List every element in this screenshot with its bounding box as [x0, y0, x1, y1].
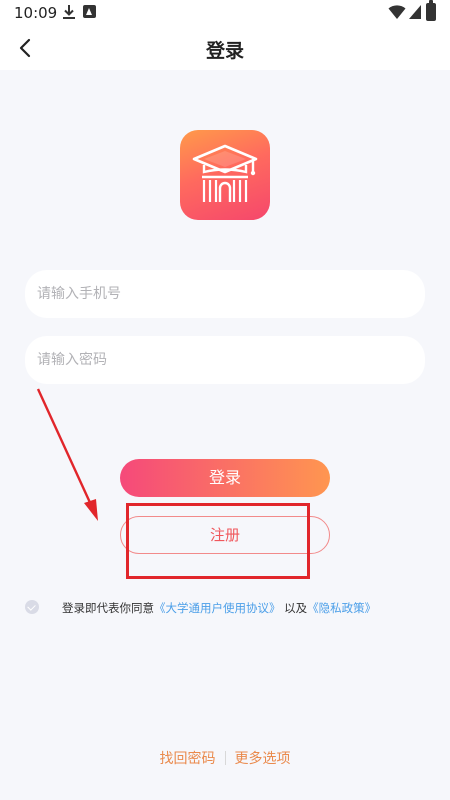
nav-bar: 登录	[0, 26, 450, 70]
privacy-policy-link[interactable]: 《隐私政策》	[307, 601, 376, 615]
agreement-conjunction: 以及	[284, 601, 308, 615]
wifi-icon	[388, 5, 406, 19]
footer-divider	[224, 751, 226, 765]
footer-links: 找回密码 更多选项	[0, 748, 450, 768]
signal-icon	[409, 5, 421, 19]
status-bar: 10:09	[0, 0, 450, 26]
annotation-arrow-icon	[36, 388, 98, 521]
more-options-link[interactable]: 更多选项	[235, 751, 291, 767]
password-input[interactable]	[25, 336, 425, 384]
battery-icon	[426, 0, 436, 21]
agreement-prefix: 登录即代表你同意	[62, 601, 154, 615]
register-button[interactable]: 注册	[120, 516, 330, 554]
agreement-checkbox[interactable]	[25, 600, 39, 614]
forgot-password-link[interactable]: 找回密码	[160, 751, 216, 767]
page-title: 登录	[205, 40, 244, 62]
login-button[interactable]: 登录	[120, 459, 330, 497]
phone-input[interactable]	[25, 270, 425, 318]
app-logo-icon	[180, 130, 270, 220]
download-icon	[63, 5, 75, 19]
agreement-text: 登录即代表你同意《大学通用户使用协议》 以及《隐私政策》	[62, 600, 376, 616]
notification-a-icon	[83, 5, 96, 18]
user-agreement-link[interactable]: 《大学通用户使用协议》	[154, 601, 281, 615]
status-time: 10:09	[14, 4, 58, 22]
